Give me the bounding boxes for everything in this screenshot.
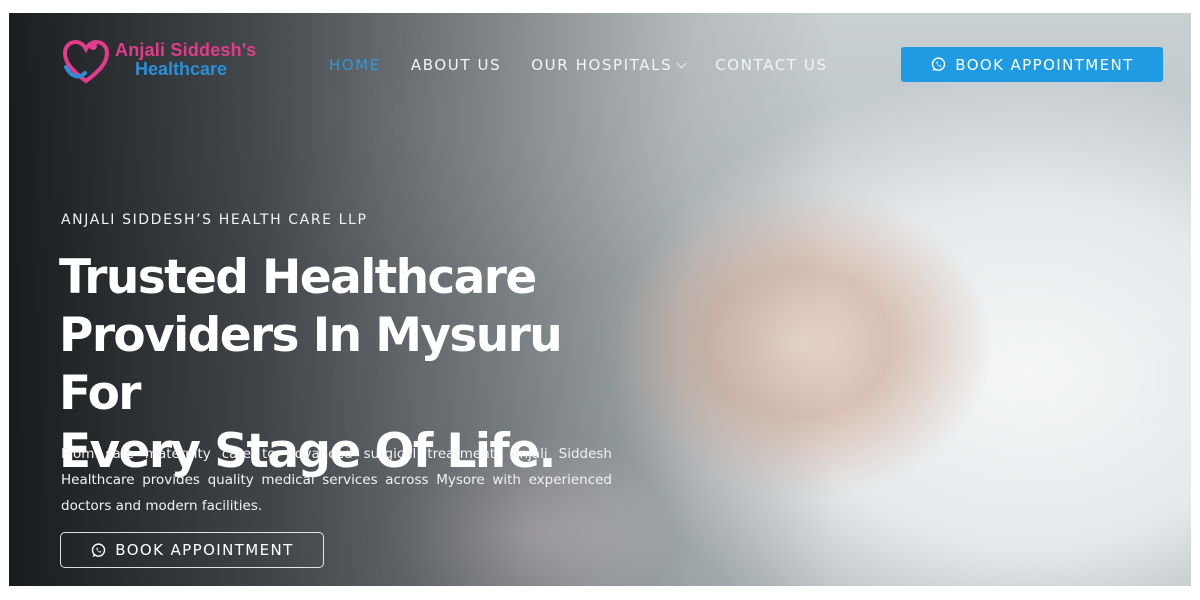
nav-home[interactable]: HOME (329, 56, 381, 74)
heart-hands-icon (62, 39, 110, 84)
book-appointment-hero-label: BOOK APPOINTMENT (115, 541, 294, 559)
hero-section: Anjali Siddesh's Healthcare HOME ABOUT U… (9, 13, 1191, 586)
brand-name-line2: Healthcare (135, 59, 228, 79)
chevron-down-icon (676, 58, 687, 68)
hero-description: From safe maternity care to advanced sur… (61, 446, 612, 514)
hero-headline-line1: Trusted Healthcare (59, 250, 537, 305)
brand-logo[interactable]: Anjali Siddesh's Healthcare (61, 33, 271, 93)
whatsapp-icon (932, 57, 946, 71)
brand-name-line1: Anjali Siddesh's (115, 40, 257, 60)
hero-headline-line2: Providers In Mysuru For (59, 308, 563, 421)
nav-our-hospitals[interactable]: OUR HOSPITALS (531, 56, 687, 74)
nav-about-us[interactable]: ABOUT US (411, 56, 501, 74)
book-appointment-header-button[interactable]: BOOK APPOINTMENT (901, 47, 1163, 82)
nav-contact-us[interactable]: CONTACT US (715, 56, 827, 74)
whatsapp-icon (92, 542, 106, 557)
book-appointment-hero-button[interactable]: BOOK APPOINTMENT (60, 532, 324, 568)
nav-our-hospitals-label: OUR HOSPITALS (531, 56, 673, 74)
hero-eyebrow: ANJALI SIDDESH’S HEALTH CARE LLP (61, 212, 368, 228)
main-nav: HOME ABOUT US OUR HOSPITALS CONTACT US (329, 56, 828, 74)
book-appointment-header-label: BOOK APPOINTMENT (955, 55, 1134, 74)
